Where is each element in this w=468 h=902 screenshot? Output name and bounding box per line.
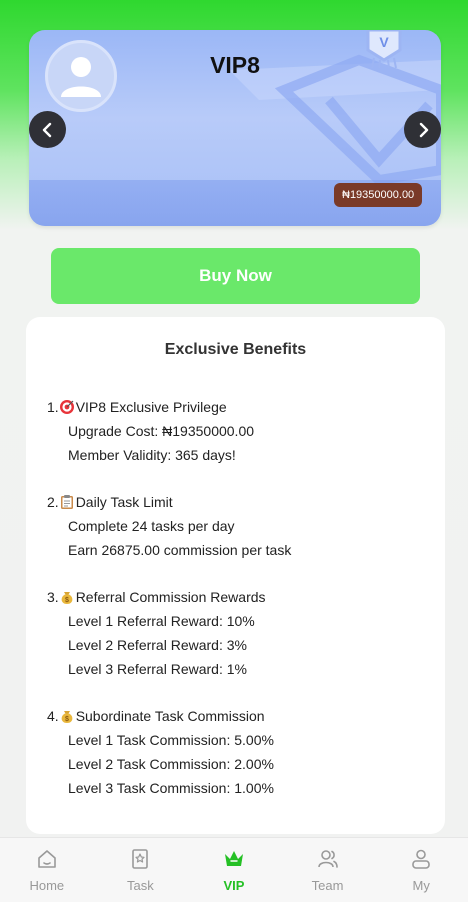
tab-task[interactable]: Task [94,838,188,902]
chevron-left-icon [42,122,51,137]
next-level-button[interactable] [404,111,441,148]
tab-label: My [412,878,430,893]
benefit-title: 1. VIP8 Exclusive Privilege [47,395,427,419]
benefit-detail: Upgrade Cost: ₦19350000.00 [68,423,255,439]
home-icon [37,850,56,868]
tab-team[interactable]: Team [281,838,375,902]
benefit-section: 4. $ Subordinate Task Commission Level 1 T… [47,704,427,800]
money-bag-icon: $ [61,592,73,604]
task-icon [132,849,149,869]
svg-text:V: V [379,34,389,50]
v-badge-icon: V [366,30,402,68]
benefit-detail: Complete 24 tasks per day [68,518,235,534]
benefit-title: 3. $ Referral Commission Rewards [47,585,427,609]
tab-label: Task [127,878,154,893]
tab-label: VIP [223,878,245,893]
benefit-section: 2. Daily Task Limit Complete 24 tasks per… [47,490,427,562]
benefit-section: 1. VIP8 Exclusive Privilege Upgrade Cost:… [47,395,427,467]
benefit-detail: Level 1 Task Commission: 5.00% [68,732,274,748]
benefit-label: VIP8 Exclusive Privilege [75,399,227,415]
tab-home[interactable]: Home [0,838,94,902]
benefit-detail: Level 1 Referral Reward: 10% [68,613,255,629]
benefit-detail: Level 3 Task Commission: 1.00% [68,780,274,796]
target-icon [59,400,74,414]
user-icon [412,849,430,869]
benefits-card: Exclusive Benefits 1. VIP8 Exclusive Priv… [26,317,445,834]
price-tag: ₦19350000.00 [334,183,423,207]
tab-my[interactable]: My [374,838,468,902]
vip-card: VIP8 V ₦19350000.00 [29,30,441,226]
clipboard-icon [60,495,73,509]
money-bag-icon: $ [61,711,73,723]
benefit-detail: Level 3 Referral Reward: 1% [68,661,247,677]
buy-now-button[interactable]: Buy Now [51,248,420,304]
benefit-title: 2. Daily Task Limit [47,490,427,514]
svg-text:$: $ [65,716,69,723]
benefit-detail: Earn 26875.00 commission per task [68,542,292,558]
benefits-heading: Exclusive Benefits [164,341,307,358]
benefit-label: Referral Commission Rewards [75,589,266,605]
bottom-tab-bar: Home Task VIP Team My [0,837,468,902]
tab-vip[interactable]: VIP [187,838,281,902]
benefit-title: 4. $ Subordinate Task Commission [47,704,427,728]
tab-label: Team [311,878,344,893]
previous-level-button[interactable] [29,111,66,148]
benefit-number: 4. [47,708,59,724]
benefit-section: 3. $ Referral Commission Rewards Level 1 R… [47,585,427,681]
svg-text:$: $ [65,597,69,604]
benefit-label: Subordinate Task Commission [75,708,265,724]
chevron-right-icon [419,122,428,137]
crown-icon [224,851,243,866]
benefit-detail: Level 2 Task Commission: 2.00% [68,756,274,772]
team-icon [317,850,338,868]
benefit-number: 1. [47,399,59,415]
benefit-detail: Level 2 Referral Reward: 3% [68,637,247,653]
benefit-number: 2. [47,494,59,510]
benefit-label: Daily Task Limit [75,494,173,510]
benefit-detail: Member Validity: 365 days! [68,447,236,463]
benefit-number: 3. [47,589,59,605]
tab-label: Home [29,878,65,893]
